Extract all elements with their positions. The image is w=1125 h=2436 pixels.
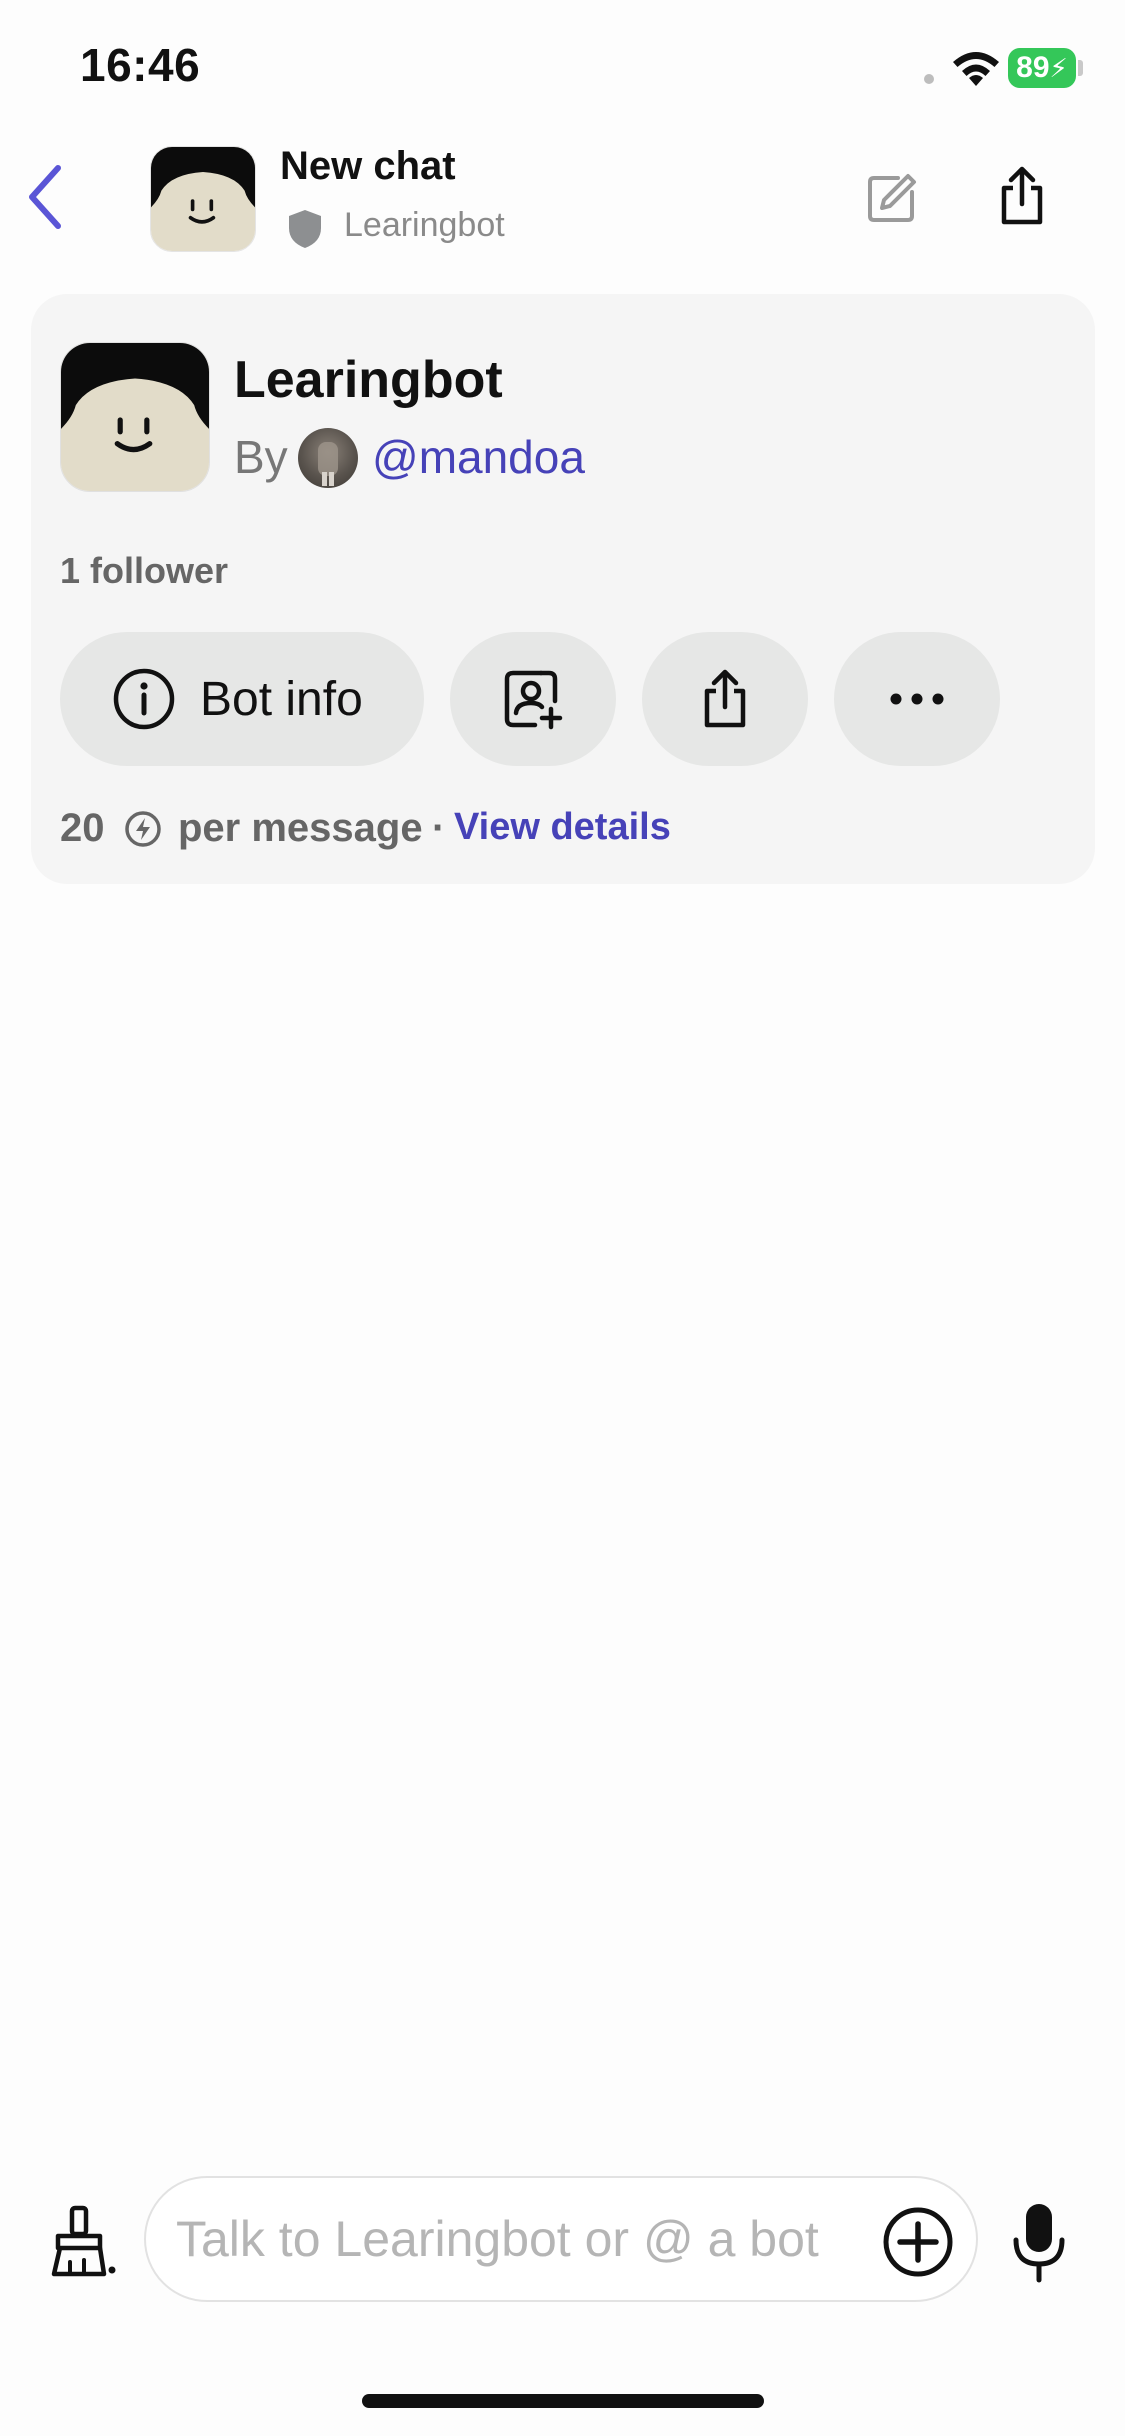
brush-icon[interactable]	[48, 2204, 116, 2278]
share-icon[interactable]	[996, 166, 1048, 226]
battery-indicator: 89 ⚡	[1008, 48, 1076, 88]
follower-count[interactable]: 1 follower	[60, 550, 228, 592]
wifi-icon	[953, 52, 999, 86]
add-contact-icon	[504, 670, 563, 730]
mic-icon[interactable]	[1010, 2200, 1068, 2286]
more-icon	[890, 693, 944, 705]
header-bot-avatar[interactable]	[150, 146, 256, 252]
more-options-button[interactable]	[834, 632, 1000, 766]
creator-avatar[interactable]	[298, 428, 358, 488]
bot-avatar[interactable]	[60, 342, 210, 492]
cost-separator: ·	[432, 806, 446, 850]
info-icon	[113, 668, 175, 730]
edit-icon[interactable]	[864, 170, 920, 226]
status-dot	[924, 74, 934, 84]
share-icon	[704, 669, 746, 728]
share-bot-button[interactable]	[642, 632, 808, 766]
bot-face-icon	[61, 343, 209, 491]
shield-icon	[289, 210, 321, 248]
status-time: 16:46	[80, 39, 201, 91]
plus-icon[interactable]	[882, 2206, 954, 2278]
chat-subtitle: Learingbot	[344, 206, 505, 244]
battery-cap	[1078, 60, 1083, 76]
cost-amount: 20	[60, 806, 105, 850]
view-details-link[interactable]: View details	[454, 806, 671, 849]
chat-title: New chat	[280, 144, 456, 188]
by-label: By	[234, 431, 288, 483]
bolt-icon	[125, 811, 161, 847]
bot-info-label: Bot info	[200, 672, 363, 726]
bot-info-button[interactable]: Bot info	[60, 632, 424, 766]
battery-level: 89	[1016, 51, 1050, 84]
cost-per-message: per message	[178, 806, 423, 850]
creator-handle-link[interactable]: @mandoa	[372, 430, 585, 484]
back-icon[interactable]	[22, 162, 68, 232]
bot-face-icon	[151, 147, 255, 251]
home-indicator	[362, 2394, 764, 2408]
creator-photo-icon	[318, 442, 338, 486]
bot-name: Learingbot	[234, 351, 503, 409]
add-to-contacts-button[interactable]	[450, 632, 616, 766]
message-input-placeholder: Talk to Learingbot or @ a bot	[176, 2211, 819, 2267]
